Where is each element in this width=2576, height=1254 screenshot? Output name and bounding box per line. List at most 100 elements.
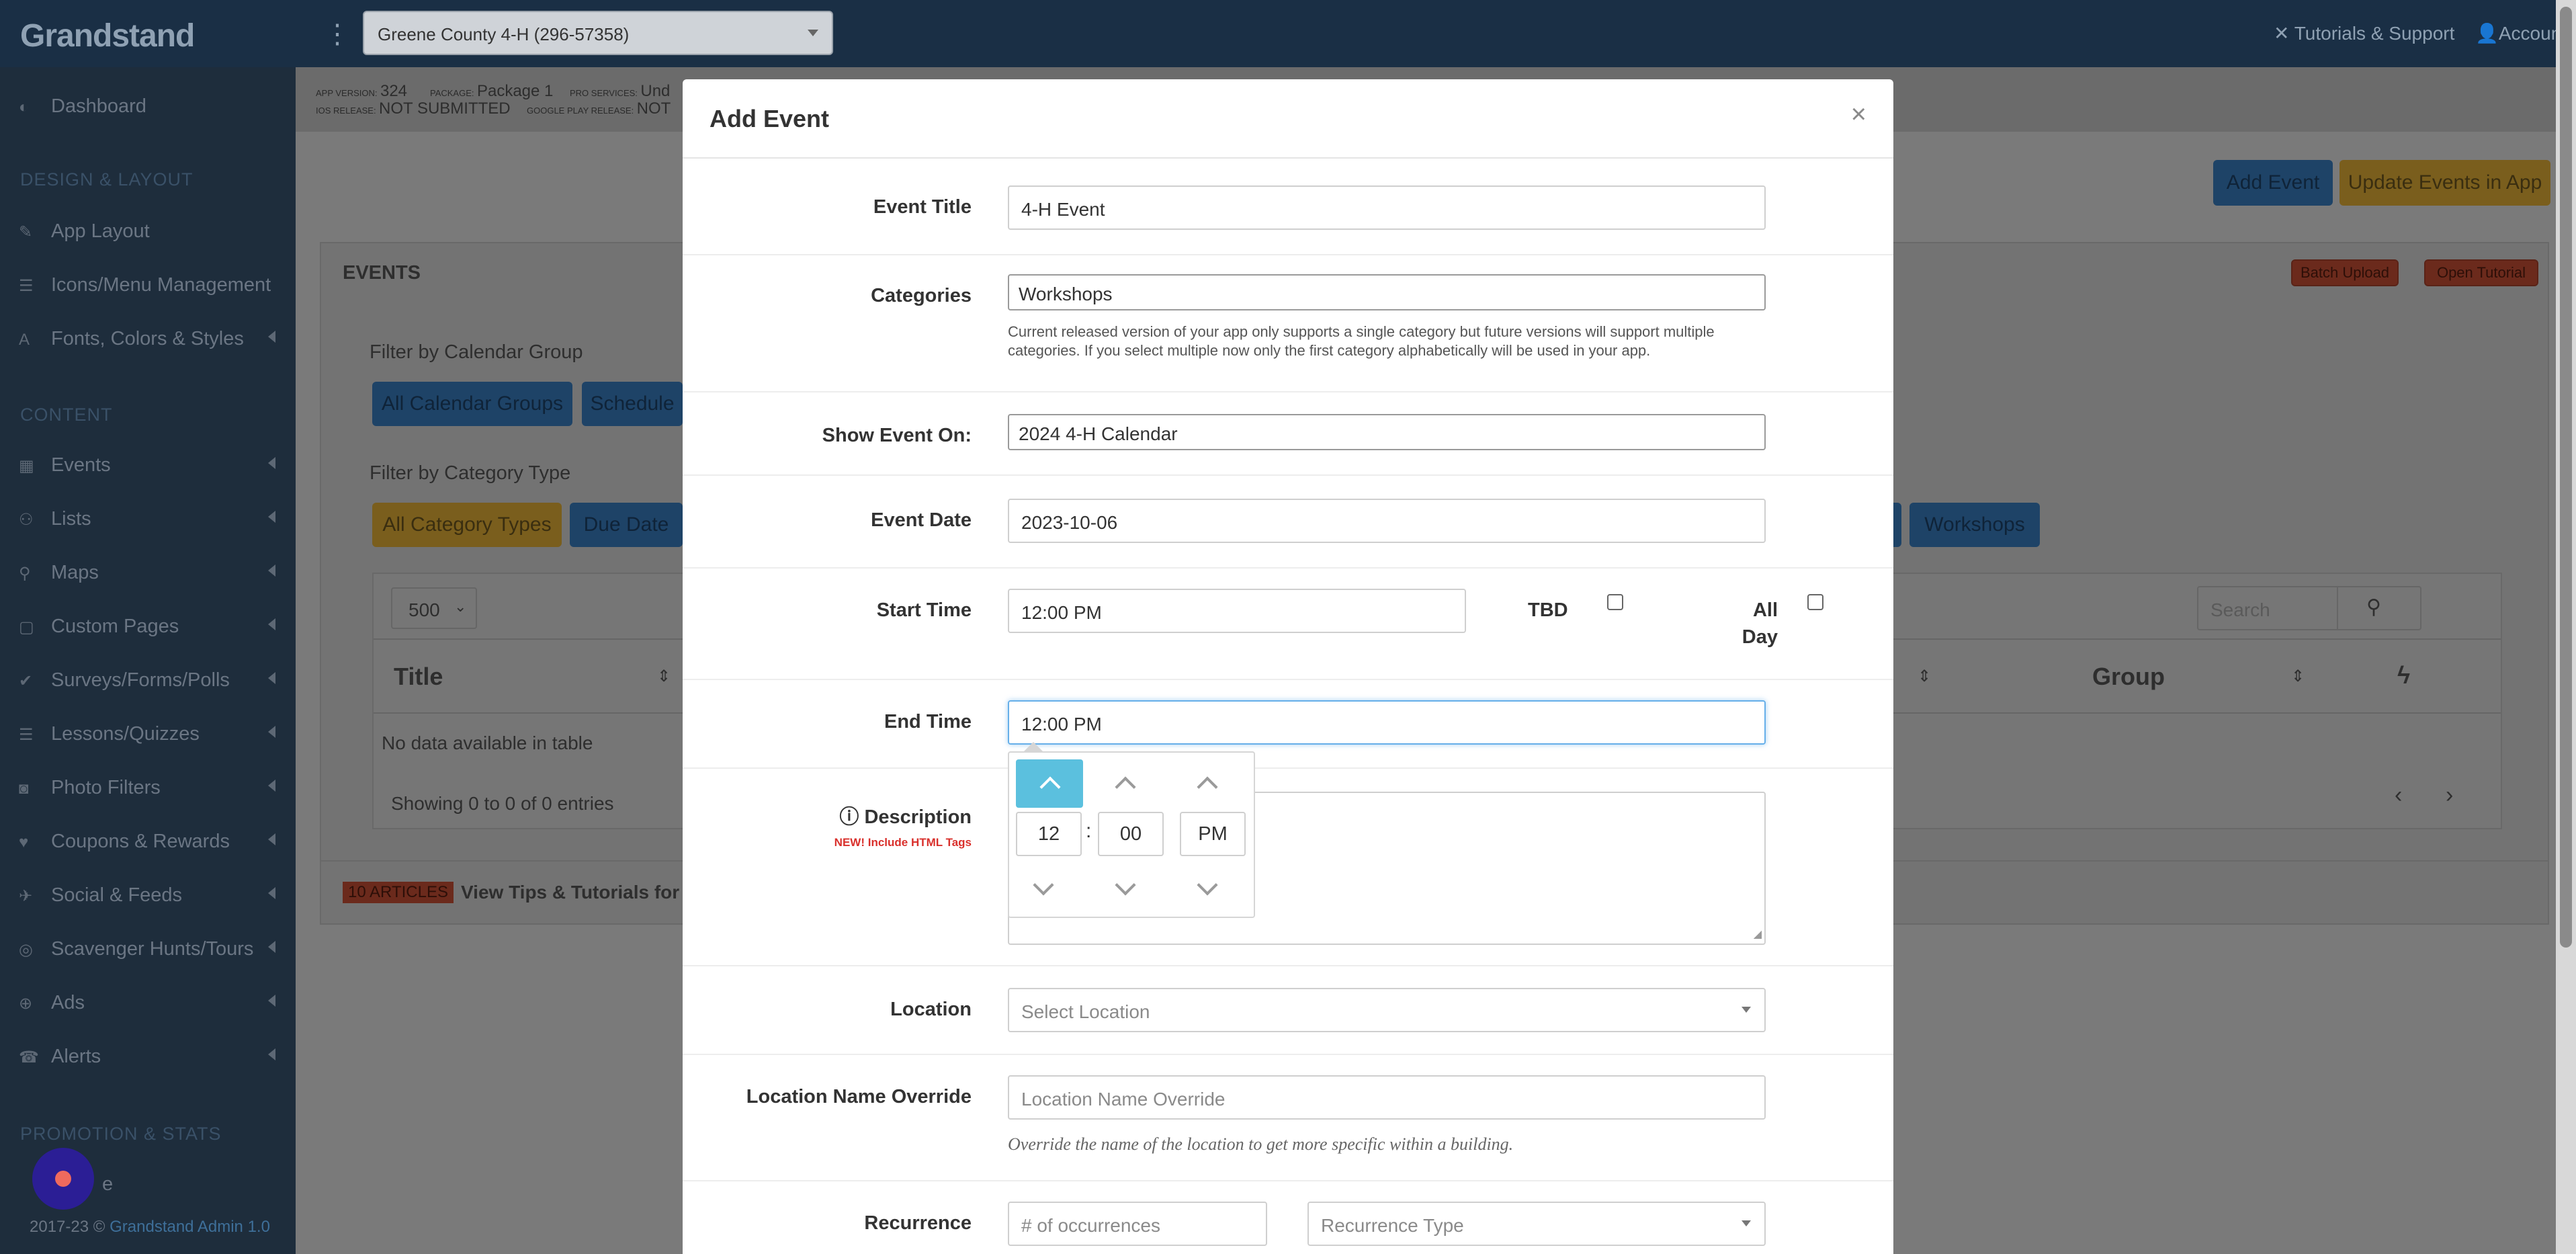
app-selector-value: Greene County 4-H (296-57358) (378, 24, 630, 44)
sidebar-item-icons-menu[interactable]: ☰ Icons/Menu Management (19, 274, 271, 296)
divider (683, 391, 1893, 392)
all-category-types-button[interactable]: All Category Types (372, 503, 562, 547)
start-time-input[interactable]: 12:00 PM (1008, 589, 1466, 633)
page-size-select[interactable]: 500 ⌄ (391, 587, 477, 629)
previous-page-icon[interactable]: ‹ (2395, 782, 2402, 808)
sidebar-item-custom-pages[interactable]: ▢ Custom Pages (19, 616, 179, 638)
search-placeholder: Search (2210, 599, 2270, 620)
decrement-hour-icon[interactable] (1033, 874, 1054, 896)
sidebar-item-social[interactable]: ✈ Social & Feeds (19, 884, 182, 907)
sort-icon[interactable]: ⇕ (2291, 667, 2305, 686)
calendar-tag[interactable]: 2024 4-H Calendar (1019, 423, 1178, 445)
event-title-input[interactable]: 4-H Event (1008, 185, 1766, 230)
column-group-header[interactable]: Group (2092, 663, 2165, 691)
open-tutorial-button[interactable]: Open Tutorial (2424, 259, 2538, 286)
sidebar-item-photo-filters[interactable]: ◙ Photo Filters (19, 777, 161, 799)
package: PACKAGE: Package 1 (430, 82, 553, 101)
increment-minute-icon[interactable] (1115, 776, 1136, 798)
sidebar-item-maps[interactable]: ⚲ Maps (19, 562, 99, 584)
tips-tutorials-link[interactable]: View Tips & Tutorials for E (461, 882, 697, 903)
sidebar-item-scavenger[interactable]: ◎ Scavenger Hunts/Tours (19, 938, 253, 960)
modal-title: Add Event (710, 105, 830, 132)
sidebar-item-fonts-colors[interactable]: A Fonts, Colors & Styles (19, 328, 244, 350)
resize-handle-icon[interactable]: ◢ (1754, 927, 1762, 941)
location-override-label: Location Name Override (746, 1086, 972, 1107)
sidebar-label: Icons/Menu Management (51, 274, 271, 296)
sidebar-item-coupons[interactable]: ♥ Coupons & Rewards (19, 831, 230, 853)
sidebar-item-partial[interactable]: e (102, 1173, 113, 1196)
sidebar-label: Scavenger Hunts/Tours (51, 938, 254, 960)
recurrence-type-select[interactable]: Recurrence Type (1307, 1202, 1766, 1246)
scrollbar-thumb[interactable] (2560, 7, 2572, 948)
table-search-input[interactable]: Search ⚲ (2197, 586, 2421, 630)
font-icon: A (19, 331, 30, 349)
all-day-checkbox[interactable] (1807, 594, 1823, 610)
batch-upload-button[interactable]: Batch Upload (2291, 259, 2399, 286)
hour-field[interactable]: 12 (1016, 812, 1082, 856)
minute-field[interactable]: 00 (1098, 812, 1164, 856)
decrement-minute-icon[interactable] (1115, 874, 1136, 896)
all-calendar-groups-button[interactable]: All Calendar Groups (372, 382, 572, 426)
page-scrollbar[interactable] (2556, 0, 2576, 1254)
divider (683, 254, 1893, 255)
due-date-button[interactable]: Due Date (570, 503, 683, 547)
column-title-header[interactable]: Title (394, 663, 443, 691)
sidebar-item-lessons[interactable]: ☰ Lessons/Quizzes (19, 723, 200, 745)
sidebar-label: Fonts, Colors & Styles (51, 328, 244, 349)
start-time-value: 12:00 PM (1021, 602, 1102, 623)
category-button-partial[interactable] (1893, 503, 1901, 547)
search-icon[interactable]: ⚲ (2366, 595, 2381, 619)
close-icon[interactable]: × (1851, 99, 1866, 130)
footer-copyright: 2017-23 © (30, 1218, 110, 1236)
label: PRO SERVICES: (570, 88, 638, 98)
tools-icon: ✕ (2274, 23, 2294, 44)
chat-widget-button[interactable] (32, 1148, 94, 1210)
increment-hour-button[interactable] (1016, 759, 1083, 808)
sidebar-item-lists[interactable]: ⚇ Lists (19, 508, 91, 530)
chevron-left-icon (268, 833, 275, 845)
location-override-input[interactable]: Location Name Override (1008, 1075, 1766, 1120)
end-time-input[interactable]: 12:00 PM (1008, 700, 1766, 745)
sort-icon[interactable]: ⇕ (657, 667, 671, 686)
html-tags-note: NEW! Include HTML Tags (834, 836, 972, 849)
sidebar-item-events[interactable]: ▦ Events (19, 454, 111, 476)
categories-help-text: Current released version of your app onl… (1008, 323, 1715, 359)
sort-icon[interactable]: ⇕ (1918, 667, 1931, 686)
chevron-down-icon (1742, 1220, 1751, 1226)
tutorials-support-link[interactable]: ✕ Tutorials & Support (2274, 22, 2454, 44)
footer-link[interactable]: Grandstand Admin 1.0 (110, 1218, 270, 1236)
chevron-left-icon (268, 995, 275, 1007)
tbd-checkbox[interactable] (1607, 594, 1623, 610)
sidebar-label: Lists (51, 508, 91, 530)
sidebar-item-surveys[interactable]: ✔ Surveys/Forms/Polls (19, 669, 230, 692)
app-selector[interactable]: Greene County 4-H (296-57358) (363, 11, 833, 55)
sidebar-item-ads[interactable]: ⊕ Ads (19, 992, 85, 1014)
schedule-button[interactable]: Schedule (582, 382, 683, 426)
event-date-input[interactable]: 2023-10-06 (1008, 499, 1766, 543)
occurrences-input[interactable]: # of occurrences (1008, 1202, 1267, 1246)
add-event-button[interactable]: Add Event (2213, 160, 2333, 206)
bird-icon: ✈ (19, 887, 33, 905)
increment-meridian-icon[interactable] (1197, 776, 1218, 798)
show-event-on-label: Show Event On: (822, 425, 972, 446)
decrement-meridian-icon[interactable] (1197, 874, 1218, 896)
location-select[interactable]: Select Location (1008, 988, 1766, 1032)
meridian-toggle[interactable]: PM (1180, 812, 1246, 856)
sidebar-item-alerts[interactable]: ☎ Alerts (19, 1046, 101, 1068)
brand-logo[interactable]: Grandstand (20, 17, 195, 54)
info-icon[interactable]: ⓘ (839, 806, 864, 828)
next-page-icon[interactable]: › (2446, 782, 2453, 808)
page-size-value: 500 (409, 599, 440, 620)
account-menu[interactable]: 👤Accoun (2475, 22, 2561, 44)
workshops-filter-button[interactable]: Workshops (1909, 503, 2040, 547)
categories-multiselect[interactable]: Workshops (1008, 274, 1766, 310)
show-event-on-multiselect[interactable]: 2024 4-H Calendar (1008, 414, 1766, 450)
articles-badge: 10 ARTICLES (343, 882, 454, 903)
sidebar-item-app-layout[interactable]: ✎ App Layout (19, 220, 150, 243)
chevron-left-icon (268, 941, 275, 953)
sidebar-item-dashboard[interactable]: ◐ Dashboard (19, 95, 146, 118)
kebab-menu-icon[interactable]: ⋮ (324, 19, 351, 50)
update-events-button[interactable]: Update Events in App (2339, 160, 2550, 206)
chevron-down-icon (808, 30, 818, 36)
category-tag-workshops[interactable]: Workshops (1019, 284, 1113, 305)
